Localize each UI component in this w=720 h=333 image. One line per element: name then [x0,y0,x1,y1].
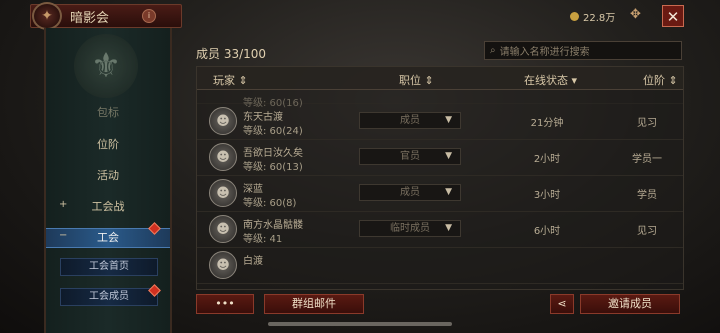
compass-icon[interactable]: ✥ [630,7,641,22]
sidebar-item-activities[interactable]: 活动 [46,167,170,183]
table-header: 玩家 ⇕ 职位 ⇕ 在线状态 ▾ 位阶 ⇕ [197,67,683,90]
currency-display: 22.8万 [570,9,615,24]
online-status: 3小时 [533,190,561,201]
avatar[interactable]: ☻ [209,179,237,207]
header-title[interactable]: 位阶 ⇕ [643,72,678,88]
chevron-down-icon: ▼ [445,223,452,233]
table-row[interactable]: ☻ 深蓝 等级: 60(8) 成员 ▼ 3小时 学员 [197,175,683,212]
member-level: 等级: 41 [243,234,283,245]
search-icon: ⌕ [490,45,496,56]
more-options-button[interactable]: ••• [196,294,254,314]
member-name: 东天古渡 [243,112,283,123]
sidebar-item-rank[interactable]: 位阶 [46,136,170,152]
online-status: 6小时 [533,226,561,237]
member-table: 玩家 ⇕ 职位 ⇕ 在线状态 ▾ 位阶 ⇕ 等级: 60(16) ☻ 东天古渡 … [196,66,684,290]
expand-icon[interactable]: + [59,199,67,210]
guild-name: 暗影会 [70,11,110,26]
search-input[interactable]: ⌕ 请输入名称进行搜索 [484,41,682,60]
sidebar-subitem-guild-members[interactable]: 工会成员 [60,288,158,306]
guild-info-icon[interactable]: i [142,9,156,23]
gold-coin-icon [570,12,579,21]
chevron-down-icon: ▼ [445,115,452,125]
header-rank[interactable]: 职位 ⇕ [399,72,434,88]
close-button[interactable]: ✕ [662,5,684,27]
member-level: 等级: 60(8) [243,198,297,209]
share-icon: ⋖ [557,297,567,310]
rank-dropdown[interactable]: 成员 ▼ [359,184,461,201]
table-row[interactable]: ☻ 南方水晶骷髅 等级: 41 临时成员 ▼ 6小时 见习 [197,211,683,248]
header-status[interactable]: 在线状态 ▾ [524,72,577,88]
table-row[interactable]: ☻ 吾欲日汝久矣 等级: 60(13) 官员 ▼ 2小时 学员一 [197,139,683,176]
search-placeholder: 请输入名称进行搜索 [499,47,590,58]
online-status: 21分钟 [530,118,564,129]
collapse-icon[interactable]: − [59,230,67,241]
member-name: 吾欲日汝久矣 [243,148,303,159]
members-count-title: 成员 33/100 [196,47,267,61]
table-row[interactable]: ☻ 东天古渡 等级: 60(24) 成员 ▼ 21分钟 见习 [197,103,683,140]
guild-emblem-icon[interactable]: ✦ [32,2,62,30]
avatar[interactable]: ☻ [209,251,237,279]
member-title: 学员一 [632,154,662,165]
member-title: 学员 [637,190,657,201]
table-row[interactable]: 等级: 60(16) [197,89,683,109]
home-indicator [268,322,452,326]
share-button[interactable]: ⋖ [550,294,574,314]
rank-dropdown[interactable]: 成员 ▼ [359,112,461,129]
guild-crest-icon: ⚜ [74,34,138,98]
currency-amount: 22.8万 [583,13,616,24]
chevron-down-icon: ▼ [445,151,452,161]
avatar[interactable]: ☻ [209,143,237,171]
chevron-down-icon: ▼ [445,187,452,197]
mass-mail-button[interactable]: 群组邮件 [264,294,364,314]
rank-dropdown[interactable]: 临时成员 ▼ [359,220,461,237]
table-row[interactable]: ☻ 白渡 [197,247,683,284]
rank-dropdown[interactable]: 官员 ▼ [359,148,461,165]
avatar[interactable]: ☻ [209,107,237,135]
online-status: 2小时 [533,154,561,165]
header-player[interactable]: 玩家 ⇕ [213,72,248,88]
member-title: 见习 [637,118,657,129]
member-level: 等级: 60(24) [243,126,303,137]
sidebar-subitem-guild-home[interactable]: 工会首页 [60,258,158,276]
member-level: 等级: 60(13) [243,162,303,173]
member-name: 南方水晶骷髅 [243,220,303,231]
member-name: 深蓝 [243,184,263,195]
avatar[interactable]: ☻ [209,215,237,243]
sidebar-item-partial[interactable]: 包标 [46,104,170,119]
member-title: 见习 [637,226,657,237]
member-name: 白渡 [243,256,263,267]
table-body: 等级: 60(16) ☻ 东天古渡 等级: 60(24) 成员 ▼ 21分钟 见习… [197,89,683,289]
invite-member-button[interactable]: 邀请成员 [580,294,680,314]
